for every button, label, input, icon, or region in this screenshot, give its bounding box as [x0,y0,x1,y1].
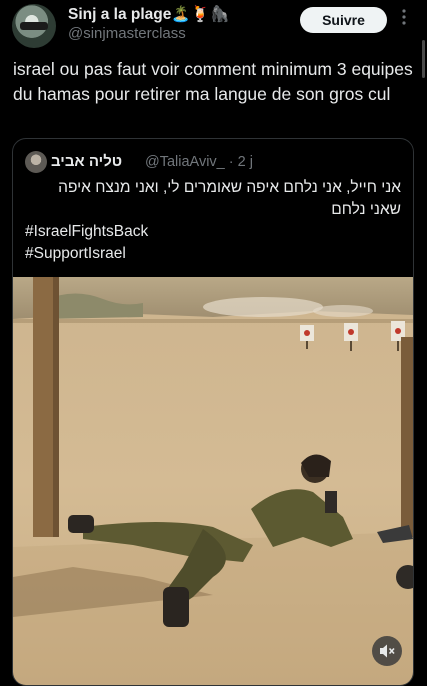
quoted-avatar[interactable] [25,151,47,173]
quoted-text: אני חייל, אני נלחם איפה שאומרים לי, ואני… [58,179,401,218]
quoted-video[interactable] [13,277,413,686]
author-name-emojis: 🏝️🍹🦍 [171,6,230,23]
scrollbar[interactable] [422,40,425,78]
quoted-header: טליה אביב @TaliaAviv_ · 2 j [25,151,405,173]
quoted-handle-time: @TaliaAviv_ · 2 j [145,154,253,170]
quoted-display-name[interactable]: טליה אביב [51,153,122,170]
more-icon[interactable] [396,8,412,30]
quoted-handle[interactable]: @TaliaAviv_ [145,154,225,170]
tweet-header: Sinj a la plage🏝️🍹🦍 @sinjmasterclass Sui… [0,0,427,52]
quoted-tweet[interactable]: טליה אביב @TaliaAviv_ · 2 j אני חייל, אנ… [12,138,414,686]
follow-button[interactable]: Suivre [300,7,387,33]
author-name[interactable]: Sinj a la plage🏝️🍹🦍 [68,5,229,24]
author-handle[interactable]: @sinjmasterclass [68,25,186,42]
speaker-muted-icon[interactable] [372,636,402,666]
author-display-name: Sinj a la plage [68,6,172,23]
author-avatar[interactable] [12,4,56,48]
hashtag-link[interactable]: #IsraelFightsBack [25,223,148,241]
hashtag-link[interactable]: #SupportIsrael [25,245,126,263]
quoted-time: · 2 j [228,154,253,170]
tweet-text: israel ou pas faut voir comment minimum … [13,59,413,104]
